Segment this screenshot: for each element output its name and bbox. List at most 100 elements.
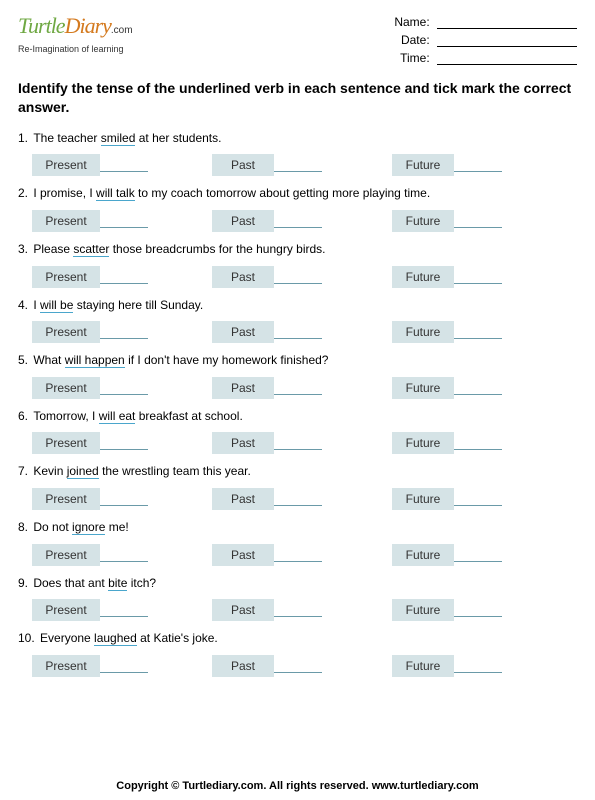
option-past-blank[interactable] [274,548,322,562]
option-future-blank[interactable] [454,270,502,284]
option-present: Present [32,599,212,621]
option-past-blank[interactable] [274,659,322,673]
option-present-blank[interactable] [100,492,148,506]
option-future: Future [392,655,572,677]
option-present-blank[interactable] [100,270,148,284]
option-past-blank[interactable] [274,158,322,172]
question-before: What [33,353,64,367]
instructions: Identify the tense of the underlined ver… [18,79,577,117]
option-present: Present [32,377,212,399]
question: 6. Tomorrow, I will eat breakfast at sch… [18,409,577,455]
option-present: Present [32,432,212,454]
option-past-label: Past [212,544,274,566]
option-future: Future [392,377,572,399]
option-future-blank[interactable] [454,659,502,673]
options-row: PresentPastFuture [18,321,577,343]
option-past: Past [212,321,392,343]
underlined-verb: scatter [73,242,109,257]
underlined-verb: ignore [72,520,105,535]
question-text: 1. The teacher smiled at her students. [18,131,577,147]
question-before: I promise, I [33,186,96,200]
option-past-blank[interactable] [274,603,322,617]
question: 5. What will happen if I don't have my h… [18,353,577,399]
underlined-verb: will talk [96,186,135,201]
logo: TurtleDiary.com Re-Imagination of learni… [18,15,133,54]
option-future-label: Future [392,154,454,176]
option-past: Past [212,488,392,510]
option-present-blank[interactable] [100,548,148,562]
option-present: Present [32,655,212,677]
option-future-label: Future [392,599,454,621]
option-past-blank[interactable] [274,270,322,284]
question-number: 4. [18,298,31,312]
question-text: 9. Does that ant bite itch? [18,576,577,592]
option-future-blank[interactable] [454,325,502,339]
option-future-blank[interactable] [454,603,502,617]
option-future-blank[interactable] [454,381,502,395]
question-number: 7. [18,464,31,478]
question-before: Do not [33,520,72,534]
question-text: 8. Do not ignore me! [18,520,577,536]
option-future-blank[interactable] [454,436,502,450]
logo-dotcom: .com [111,25,133,36]
underlined-verb: laughed [94,631,137,646]
option-present-label: Present [32,154,100,176]
option-present-blank[interactable] [100,603,148,617]
name-label: Name: [394,15,429,29]
option-past-label: Past [212,488,274,510]
question-text: 2. I promise, I will talk to my coach to… [18,186,577,202]
option-past-blank[interactable] [274,492,322,506]
options-row: PresentPastFuture [18,266,577,288]
option-present-label: Present [32,321,100,343]
option-present: Present [32,210,212,232]
question-after: at her students. [135,131,221,145]
option-future-blank[interactable] [454,214,502,228]
underlined-verb: will happen [65,353,125,368]
option-past-blank[interactable] [274,325,322,339]
question-number: 5. [18,353,31,367]
option-present-label: Present [32,266,100,288]
option-future: Future [392,488,572,510]
option-present-label: Present [32,377,100,399]
option-present-blank[interactable] [100,381,148,395]
date-label: Date: [401,33,430,47]
option-past-blank[interactable] [274,214,322,228]
options-row: PresentPastFuture [18,544,577,566]
option-present-blank[interactable] [100,325,148,339]
question-after: at Katie's joke. [137,631,218,645]
option-future-blank[interactable] [454,492,502,506]
time-blank[interactable] [437,64,577,65]
option-present: Present [32,488,212,510]
option-past: Past [212,154,392,176]
option-future-blank[interactable] [454,158,502,172]
time-row: Time: [394,51,577,65]
underlined-verb: will eat [99,409,136,424]
option-past-blank[interactable] [274,381,322,395]
option-past-label: Past [212,210,274,232]
questions-list: 1. The teacher smiled at her students. Pr… [18,131,577,677]
option-future: Future [392,266,572,288]
option-past-label: Past [212,377,274,399]
question-number: 10. [18,631,38,645]
question-after: me! [105,520,128,534]
option-present: Present [32,321,212,343]
option-present-label: Present [32,655,100,677]
name-blank[interactable] [437,28,577,29]
option-past-blank[interactable] [274,436,322,450]
underlined-verb: joined [67,464,99,479]
option-present-blank[interactable] [100,436,148,450]
date-blank[interactable] [437,46,577,47]
option-past: Past [212,210,392,232]
options-row: PresentPastFuture [18,432,577,454]
options-row: PresentPastFuture [18,599,577,621]
question: 8. Do not ignore me!PresentPastFuture [18,520,577,566]
option-present-blank[interactable] [100,659,148,673]
option-present-blank[interactable] [100,214,148,228]
option-future: Future [392,154,572,176]
option-present: Present [32,266,212,288]
question: 10. Everyone laughed at Katie's joke.Pre… [18,631,577,677]
option-future: Future [392,544,572,566]
question: 1. The teacher smiled at her students. Pr… [18,131,577,177]
option-future-blank[interactable] [454,548,502,562]
option-present-blank[interactable] [100,158,148,172]
